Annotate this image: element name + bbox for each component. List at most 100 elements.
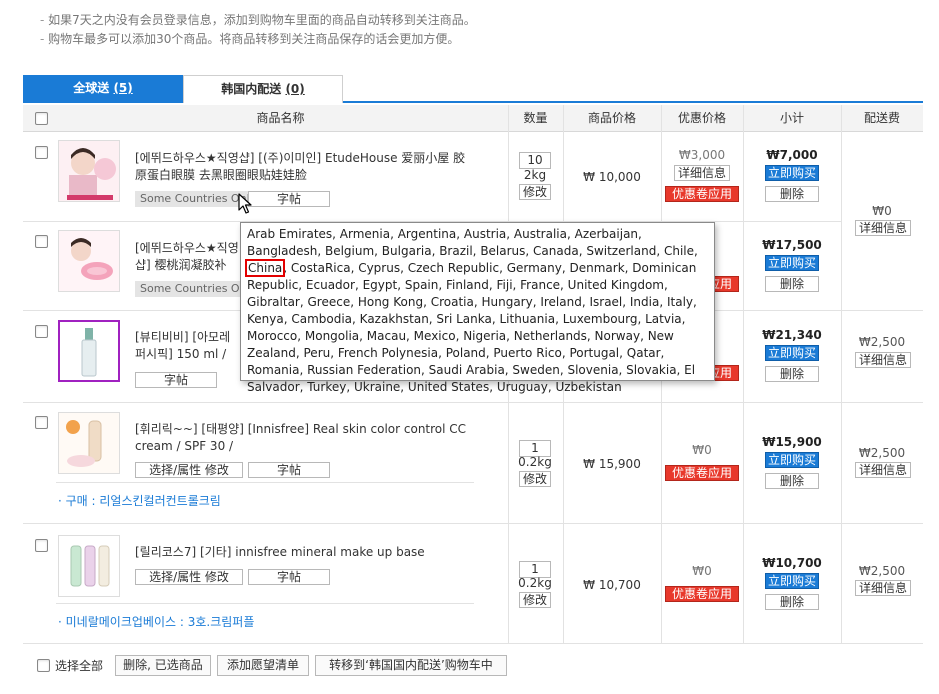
country-list-after: , CostaRica, Cyprus, Czech Republic, Ger… <box>247 261 697 394</box>
header-shipping: 配送费 <box>863 111 900 125</box>
tab-korea-shipping[interactable]: 韩国内配送 (0) <box>183 75 343 103</box>
shipping-detail-button[interactable]: 详细信息 <box>855 580 911 596</box>
subtotal-amount: ₩10,700 <box>762 556 822 570</box>
shipping-fee: ₩2,500 <box>858 446 906 460</box>
delete-button[interactable]: 删除 <box>765 366 819 382</box>
weight-label: 2kg <box>523 168 547 182</box>
post-button[interactable]: 字帖 <box>135 372 217 388</box>
qty-modify-button[interactable]: 修改 <box>519 592 551 608</box>
bottom-action-bar: 选择全部 删除, 已选商品 添加愿望清单 转移到‘韩国国内配送’购物车中 <box>23 655 923 679</box>
row-subdivider <box>56 482 474 483</box>
buy-now-button[interactable]: 立即购买 <box>765 255 819 271</box>
row-checkbox[interactable] <box>35 325 48 338</box>
qty-modify-button[interactable]: 修改 <box>519 471 551 487</box>
header-product-name: 商品名称 <box>256 111 305 125</box>
row-divider <box>23 643 923 644</box>
shipping-fee: ₩0 <box>872 204 892 218</box>
coupon-apply-button[interactable]: 优惠卷应用 <box>665 465 739 481</box>
discount-amount: ₩0 <box>692 443 712 457</box>
product-name[interactable]: [휘리릭~~] [태평양] [Innisfree] Real skin colo… <box>135 421 475 455</box>
buy-now-button[interactable]: 立即购买 <box>765 165 819 181</box>
subtotal-amount: ₩7,000 <box>766 148 818 162</box>
buy-now-button[interactable]: 立即购买 <box>765 345 819 361</box>
header-subtotal: 小计 <box>779 111 804 125</box>
mouse-pointer-icon <box>238 193 252 214</box>
row-checkbox[interactable] <box>35 146 48 159</box>
cart-notes: 如果7天之内没有会员登录信息，添加到购物车里面的商品自动转移到关注商品。 购物车… <box>40 11 476 49</box>
weight-label: 0.2kg <box>518 576 552 590</box>
select-all-label[interactable]: 选择全部 <box>55 657 103 674</box>
tab-global-shipping[interactable]: 全球送 (5) <box>23 75 183 103</box>
selected-option: 구매 : 리얼스킨컬러컨트롤크림 <box>58 492 221 509</box>
product-thumbnail[interactable] <box>58 412 120 474</box>
post-button[interactable]: 字帖 <box>248 191 330 207</box>
country-list-tooltip: Arab Emirates, Armenia, Argentina, Austr… <box>240 222 715 394</box>
shipping-detail-button[interactable]: 详细信息 <box>855 352 911 368</box>
product-thumbnail[interactable] <box>58 535 120 597</box>
header-discount: 优惠价格 <box>677 111 726 125</box>
weight-label: 0.2kg <box>518 455 552 469</box>
buy-now-button[interactable]: 立即购买 <box>765 573 819 589</box>
select-attribute-button[interactable]: 选择/属性 修改 <box>135 462 243 478</box>
move-to-korea-cart-button[interactable]: 转移到‘韩国国内配送’购物车中 <box>315 655 507 676</box>
quantity-input[interactable]: 10 <box>519 152 551 169</box>
product-name[interactable]: [릴리코스7] [기타] innisfree mineral make up b… <box>135 544 475 561</box>
row-subdivider <box>56 603 474 604</box>
product-image-icon <box>59 141 119 201</box>
shipping-fee: ₩2,500 <box>858 335 906 349</box>
row-divider <box>23 523 923 524</box>
header-price: 商品价格 <box>587 111 636 125</box>
subtotal-amount: ₩17,500 <box>762 238 822 252</box>
unit-price: ₩ 10,000 <box>583 170 641 184</box>
delete-button[interactable]: 删除 <box>765 276 819 292</box>
row-checkbox[interactable] <box>35 416 48 429</box>
product-image-icon <box>59 536 119 596</box>
header-qty: 数量 <box>523 111 548 125</box>
coupon-apply-button[interactable]: 优惠卷应用 <box>665 586 739 602</box>
shipping-detail-button[interactable]: 详细信息 <box>855 220 911 236</box>
product-image-icon <box>59 413 119 473</box>
qty-modify-button[interactable]: 修改 <box>519 184 551 200</box>
table-header: 商品名称 数量 商品价格 优惠价格 小计 配送费 <box>23 105 923 132</box>
product-thumbnail[interactable] <box>58 320 120 382</box>
product-image-icon <box>60 322 118 380</box>
select-attribute-button[interactable]: 选择/属性 修改 <box>135 569 243 585</box>
product-thumbnail[interactable] <box>58 140 120 202</box>
delete-button[interactable]: 删除 <box>765 473 819 489</box>
coupon-apply-button[interactable]: 优惠卷应用 <box>665 186 739 202</box>
unit-price: ₩ 15,900 <box>583 457 641 471</box>
shipping-fee: ₩2,500 <box>858 564 906 578</box>
unit-price: ₩ 10,700 <box>583 578 641 592</box>
add-wishlist-button[interactable]: 添加愿望清单 <box>217 655 309 676</box>
product-thumbnail[interactable] <box>58 230 120 292</box>
selected-option: 미네랄메이크업베이스 : 3호.크림퍼플 <box>58 613 255 630</box>
row-checkbox[interactable] <box>35 235 48 248</box>
tab-global-count: (5) <box>113 81 133 95</box>
col-divider <box>743 105 744 644</box>
delete-button[interactable]: 删除 <box>765 186 819 202</box>
delete-selected-button[interactable]: 删除, 已选商品 <box>115 655 211 676</box>
product-image-icon <box>59 231 119 291</box>
post-button[interactable]: 字帖 <box>248 569 330 585</box>
col-divider <box>841 105 842 644</box>
discount-detail-button[interactable]: 详细信息 <box>674 165 730 181</box>
row-checkbox[interactable] <box>35 539 48 552</box>
header-select-checkbox[interactable] <box>35 112 48 125</box>
subtotal-amount: ₩21,340 <box>762 328 822 342</box>
tab-korea-count: (0) <box>285 82 305 96</box>
buy-now-button[interactable]: 立即购买 <box>765 452 819 468</box>
product-name[interactable]: [에뛰드하우스★직영샵] 樱桃润凝胶补丁/10g <box>135 240 245 274</box>
select-all-checkbox[interactable] <box>37 659 50 672</box>
subtotal-amount: ₩15,900 <box>762 435 822 449</box>
post-button[interactable]: 字帖 <box>248 462 330 478</box>
highlighted-country: China <box>244 259 286 277</box>
product-name[interactable]: [뷰티비비] [아모레퍼시픽] 150 ml / hydration / <box>135 329 239 363</box>
note-2: 购物车最多可以添加30个商品。将商品转移到关注商品保存的话会更加方便。 <box>40 30 476 49</box>
country-list-before: Arab Emirates, Armenia, Argentina, Austr… <box>247 227 698 258</box>
tab-korea-label: 韩国内配送 <box>221 82 282 96</box>
shipping-detail-button[interactable]: 详细信息 <box>855 462 911 478</box>
tab-global-label: 全球送 <box>73 81 110 95</box>
delete-button[interactable]: 删除 <box>765 594 819 610</box>
discount-amount: ₩0 <box>692 564 712 578</box>
product-name[interactable]: [에뛰드하우스★직영샵] [(주)이미인] EtudeHouse 爱丽小屋 胶原… <box>135 150 475 184</box>
